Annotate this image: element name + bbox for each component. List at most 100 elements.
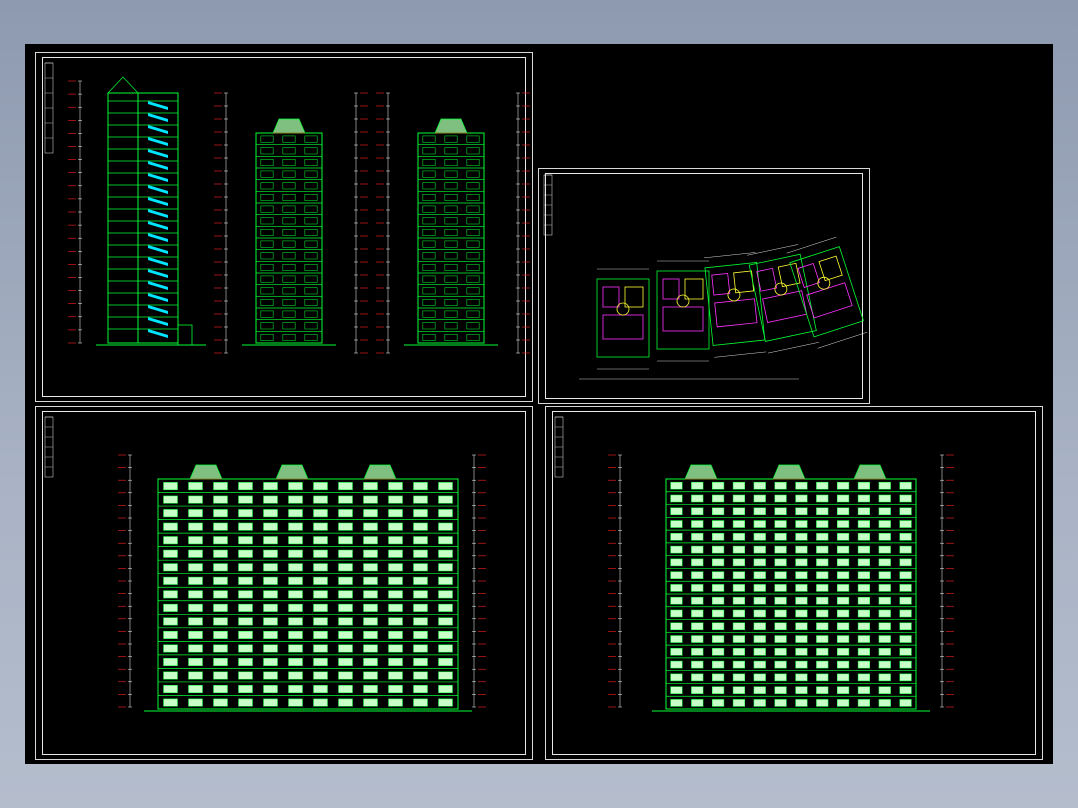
window (422, 182, 436, 190)
window (670, 686, 683, 694)
window (878, 558, 891, 567)
stair-flight (148, 233, 168, 242)
window (878, 533, 891, 541)
window (816, 507, 829, 516)
window (438, 671, 453, 680)
window (422, 229, 436, 236)
window (732, 584, 745, 592)
window (263, 630, 278, 639)
window (444, 194, 458, 201)
room-outline (797, 262, 820, 288)
window (691, 558, 704, 567)
window (732, 622, 745, 631)
window (163, 509, 178, 518)
sheet-sections[interactable] (35, 52, 533, 402)
window (712, 571, 725, 579)
window (444, 275, 458, 283)
window (263, 617, 278, 626)
window (753, 520, 766, 528)
window (878, 584, 891, 592)
window (213, 509, 228, 518)
window (288, 698, 303, 707)
window (712, 533, 725, 541)
window (816, 494, 829, 503)
window (670, 584, 683, 592)
window (260, 229, 274, 236)
window (363, 658, 378, 666)
window (816, 571, 829, 579)
sheet-floor-plan[interactable] (538, 168, 870, 404)
window (712, 584, 725, 592)
window (899, 558, 912, 567)
window (795, 609, 808, 618)
window (899, 622, 912, 631)
window (282, 287, 296, 295)
window (438, 482, 453, 491)
window (282, 275, 296, 283)
window (816, 699, 829, 707)
window (837, 635, 850, 643)
window (260, 264, 274, 271)
window (732, 494, 745, 503)
window (753, 699, 766, 707)
window (388, 536, 403, 545)
window (263, 603, 278, 612)
window (188, 482, 203, 491)
window (837, 660, 850, 669)
window (816, 533, 829, 541)
window (795, 648, 808, 656)
section-entry (177, 324, 193, 346)
window (466, 182, 480, 190)
window (753, 609, 766, 618)
window (288, 617, 303, 626)
window (213, 644, 228, 653)
window (213, 549, 228, 558)
window (732, 686, 745, 694)
window (438, 536, 453, 545)
window (712, 481, 725, 490)
stair-core (676, 294, 690, 308)
room-outline (762, 290, 808, 323)
window (466, 229, 480, 236)
window (422, 275, 436, 283)
window (260, 182, 274, 190)
window (878, 622, 891, 631)
window (732, 481, 745, 490)
window (213, 698, 228, 707)
window (753, 507, 766, 516)
window (263, 536, 278, 545)
window (338, 509, 353, 518)
window (444, 170, 458, 178)
window (213, 617, 228, 626)
window (438, 576, 453, 585)
window (163, 549, 178, 558)
window (878, 673, 891, 682)
window (338, 536, 353, 545)
cad-viewport[interactable] (25, 44, 1053, 764)
window (288, 563, 303, 572)
sheet-rear-elevation[interactable] (545, 406, 1043, 760)
window (422, 287, 436, 295)
window (422, 194, 436, 201)
window (438, 698, 453, 707)
window (753, 635, 766, 643)
window (313, 685, 328, 694)
window (444, 229, 458, 236)
window (837, 699, 850, 707)
roof-dormer (363, 464, 397, 480)
window (263, 495, 278, 504)
window (774, 507, 787, 516)
window (691, 609, 704, 618)
window (466, 252, 480, 260)
window (413, 617, 428, 626)
window (363, 630, 378, 639)
window (670, 635, 683, 643)
window (795, 596, 808, 605)
window (732, 596, 745, 605)
window (438, 509, 453, 518)
window (691, 673, 704, 682)
window (774, 571, 787, 579)
sheet-front-elevation[interactable] (35, 406, 533, 760)
window (363, 509, 378, 518)
window (466, 170, 480, 178)
